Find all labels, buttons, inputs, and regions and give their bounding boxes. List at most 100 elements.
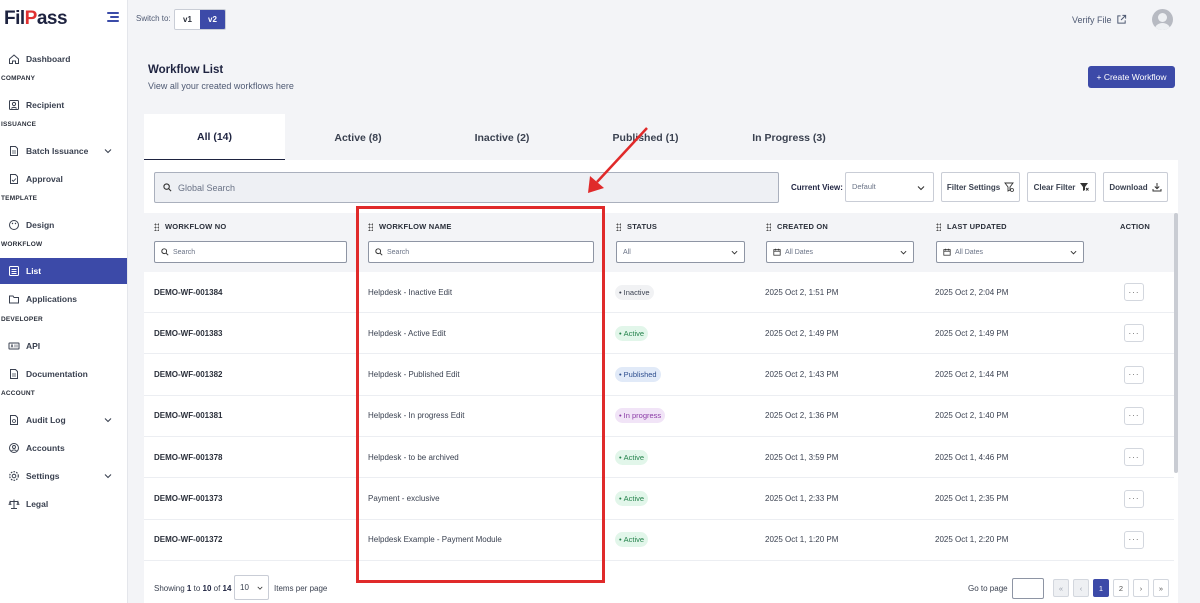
sidebar-item-dashboard[interactable]: Dashboard bbox=[0, 46, 127, 72]
chevron-down-icon bbox=[900, 250, 907, 255]
workflow-no-cell: DEMO-WF-001381 bbox=[154, 411, 223, 421]
workflow-name-highlight-box bbox=[356, 206, 605, 583]
chevron-down-icon bbox=[917, 186, 925, 191]
sidebar-item-documentation[interactable]: Documentation bbox=[0, 361, 127, 387]
row-actions-button[interactable]: ··· bbox=[1124, 489, 1144, 508]
clear-filter-button[interactable]: Clear Filter bbox=[1027, 172, 1096, 202]
drag-handle-icon[interactable] bbox=[936, 222, 941, 231]
scale-icon bbox=[8, 498, 20, 510]
table-row[interactable]: DEMO-WF-001383Helpdesk - Active EditActi… bbox=[144, 313, 1174, 355]
sidebar-item-api[interactable]: API bbox=[0, 333, 127, 359]
filter-settings-label: Filter Settings bbox=[946, 182, 1001, 192]
sidebar-item-label: List bbox=[26, 266, 42, 276]
sidebar-item-approval[interactable]: Approval bbox=[0, 166, 127, 192]
row-actions-button[interactable]: ··· bbox=[1124, 365, 1144, 384]
document-check-icon bbox=[8, 173, 20, 185]
table-row[interactable]: DEMO-WF-001372 Helpdesk Example - Payment… bbox=[144, 520, 1174, 561]
table-row[interactable]: DEMO-WF-001384Helpdesk - Inactive EditIn… bbox=[144, 272, 1174, 313]
table-scrollbar[interactable] bbox=[1174, 213, 1178, 473]
sidebar-item-label: Legal bbox=[26, 499, 49, 509]
table-row[interactable]: DEMO-WF-001373Payment - exclusiveActive2… bbox=[144, 479, 1174, 520]
global-search[interactable] bbox=[154, 172, 779, 203]
created-on-cell: 2025 Oct 2, 1:36 PM bbox=[765, 411, 839, 421]
row-actions-button[interactable]: ··· bbox=[1124, 448, 1144, 467]
last-page-button[interactable]: » bbox=[1153, 579, 1169, 597]
calendar-icon bbox=[773, 248, 781, 256]
tab-active[interactable]: Active (8) bbox=[285, 114, 431, 161]
sidebar-item-settings[interactable]: Settings bbox=[0, 463, 127, 489]
row-actions-button[interactable]: ··· bbox=[1124, 530, 1144, 549]
sidebar-item-applications[interactable]: Applications bbox=[0, 286, 127, 312]
home-icon bbox=[8, 53, 20, 65]
row-actions-button[interactable]: ··· bbox=[1124, 406, 1144, 425]
create-workflow-button[interactable]: + Create Workflow bbox=[1088, 66, 1175, 88]
status-filter-select[interactable]: All bbox=[616, 241, 745, 263]
sidebar-item-list[interactable]: List bbox=[0, 258, 127, 284]
sidebar-collapse-icon[interactable] bbox=[107, 12, 119, 22]
table-row[interactable]: DEMO-WF-001378Helpdesk - to be archivedA… bbox=[144, 437, 1174, 479]
filter-settings-button[interactable]: Filter Settings bbox=[941, 172, 1020, 202]
chevron-down-icon bbox=[104, 418, 112, 423]
user-avatar[interactable] bbox=[1152, 9, 1173, 30]
column-header-created-on[interactable]: CREATED ON bbox=[766, 222, 828, 231]
sidebar-item-accounts[interactable]: Accounts bbox=[0, 435, 127, 461]
filter-settings-icon bbox=[1004, 182, 1015, 192]
go-to-page-label: Go to page bbox=[968, 584, 1008, 593]
drag-handle-icon[interactable] bbox=[154, 222, 159, 231]
tab-published[interactable]: Published (1) bbox=[573, 114, 718, 161]
chevron-down-icon bbox=[1070, 250, 1077, 255]
search-icon bbox=[161, 248, 169, 256]
sidebar-item-legal[interactable]: Legal bbox=[0, 491, 127, 517]
tab-all[interactable]: All (14) bbox=[144, 114, 285, 161]
version-v2-button[interactable]: v2 bbox=[200, 10, 225, 29]
verify-file-link[interactable]: Verify File bbox=[1072, 14, 1127, 25]
external-link-icon bbox=[1116, 14, 1126, 24]
row-actions-button[interactable]: ··· bbox=[1124, 324, 1144, 343]
chevron-down-icon bbox=[104, 474, 112, 479]
nav-section-issuance: ISSUANCE bbox=[1, 121, 37, 128]
download-button[interactable]: Download bbox=[1103, 172, 1168, 202]
page-1-button[interactable]: 1 bbox=[1093, 579, 1109, 597]
last-updated-filter-select[interactable]: All Dates bbox=[936, 241, 1084, 263]
filpass-logo[interactable]: FilPass bbox=[4, 8, 68, 30]
nav-section-template: TEMPLATE bbox=[1, 195, 38, 202]
current-view-select[interactable]: Default bbox=[845, 172, 934, 202]
global-search-input[interactable] bbox=[178, 182, 738, 193]
workflow-no-filter[interactable]: Search bbox=[154, 241, 347, 263]
gear-icon bbox=[8, 470, 20, 482]
sidebar-item-batch-issuance[interactable]: Batch Issuance bbox=[0, 138, 127, 164]
items-per-page-select[interactable]: 10 bbox=[234, 575, 269, 600]
chevron-down-icon bbox=[257, 586, 263, 590]
row-actions-button[interactable]: ··· bbox=[1124, 283, 1144, 301]
items-per-page-label: Items per page bbox=[274, 584, 328, 593]
drag-handle-icon[interactable] bbox=[766, 222, 771, 231]
drag-handle-icon[interactable] bbox=[616, 222, 621, 231]
tab-inactive[interactable]: Inactive (2) bbox=[431, 114, 573, 161]
column-header-workflow-no[interactable]: WORKFLOW NO bbox=[154, 222, 226, 231]
workflow-no-cell: DEMO-WF-001373 bbox=[154, 494, 223, 503]
current-view-value: Default bbox=[852, 182, 876, 191]
first-page-button[interactable]: « bbox=[1053, 579, 1069, 597]
table-row[interactable]: DEMO-WF-001382Helpdesk - Published EditP… bbox=[144, 355, 1174, 396]
created-on-filter-value: All Dates bbox=[785, 248, 814, 256]
column-header-status[interactable]: STATUS bbox=[616, 222, 657, 231]
sidebar-item-label: Documentation bbox=[26, 369, 88, 379]
sidebar-item-recipient[interactable]: Recipient bbox=[0, 92, 127, 118]
next-page-button[interactable]: › bbox=[1133, 579, 1149, 597]
sidebar-item-design[interactable]: Design bbox=[0, 212, 127, 238]
table-row[interactable]: DEMO-WF-001381 Helpdesk - In progress Edi… bbox=[144, 396, 1174, 437]
search-icon bbox=[163, 183, 172, 192]
tab-in-progress[interactable]: In Progress (3) bbox=[718, 114, 860, 161]
chevron-down-icon bbox=[104, 149, 112, 154]
sidebar-item-audit-log[interactable]: Audit Log bbox=[0, 407, 127, 433]
version-v1-button[interactable]: v1 bbox=[175, 10, 200, 29]
created-on-cell: 2025 Oct 1, 1:20 PM bbox=[765, 535, 839, 545]
calendar-icon bbox=[943, 248, 951, 256]
clear-filter-icon bbox=[1080, 183, 1090, 191]
page-2-button[interactable]: 2 bbox=[1113, 579, 1129, 597]
go-to-page-input[interactable] bbox=[1012, 578, 1044, 599]
created-on-filter-select[interactable]: All Dates bbox=[766, 241, 914, 263]
column-header-last-updated[interactable]: LAST UPDATED bbox=[936, 222, 1007, 231]
nav-section-company: COMPANY bbox=[1, 75, 36, 82]
prev-page-button[interactable]: ‹ bbox=[1073, 579, 1089, 597]
